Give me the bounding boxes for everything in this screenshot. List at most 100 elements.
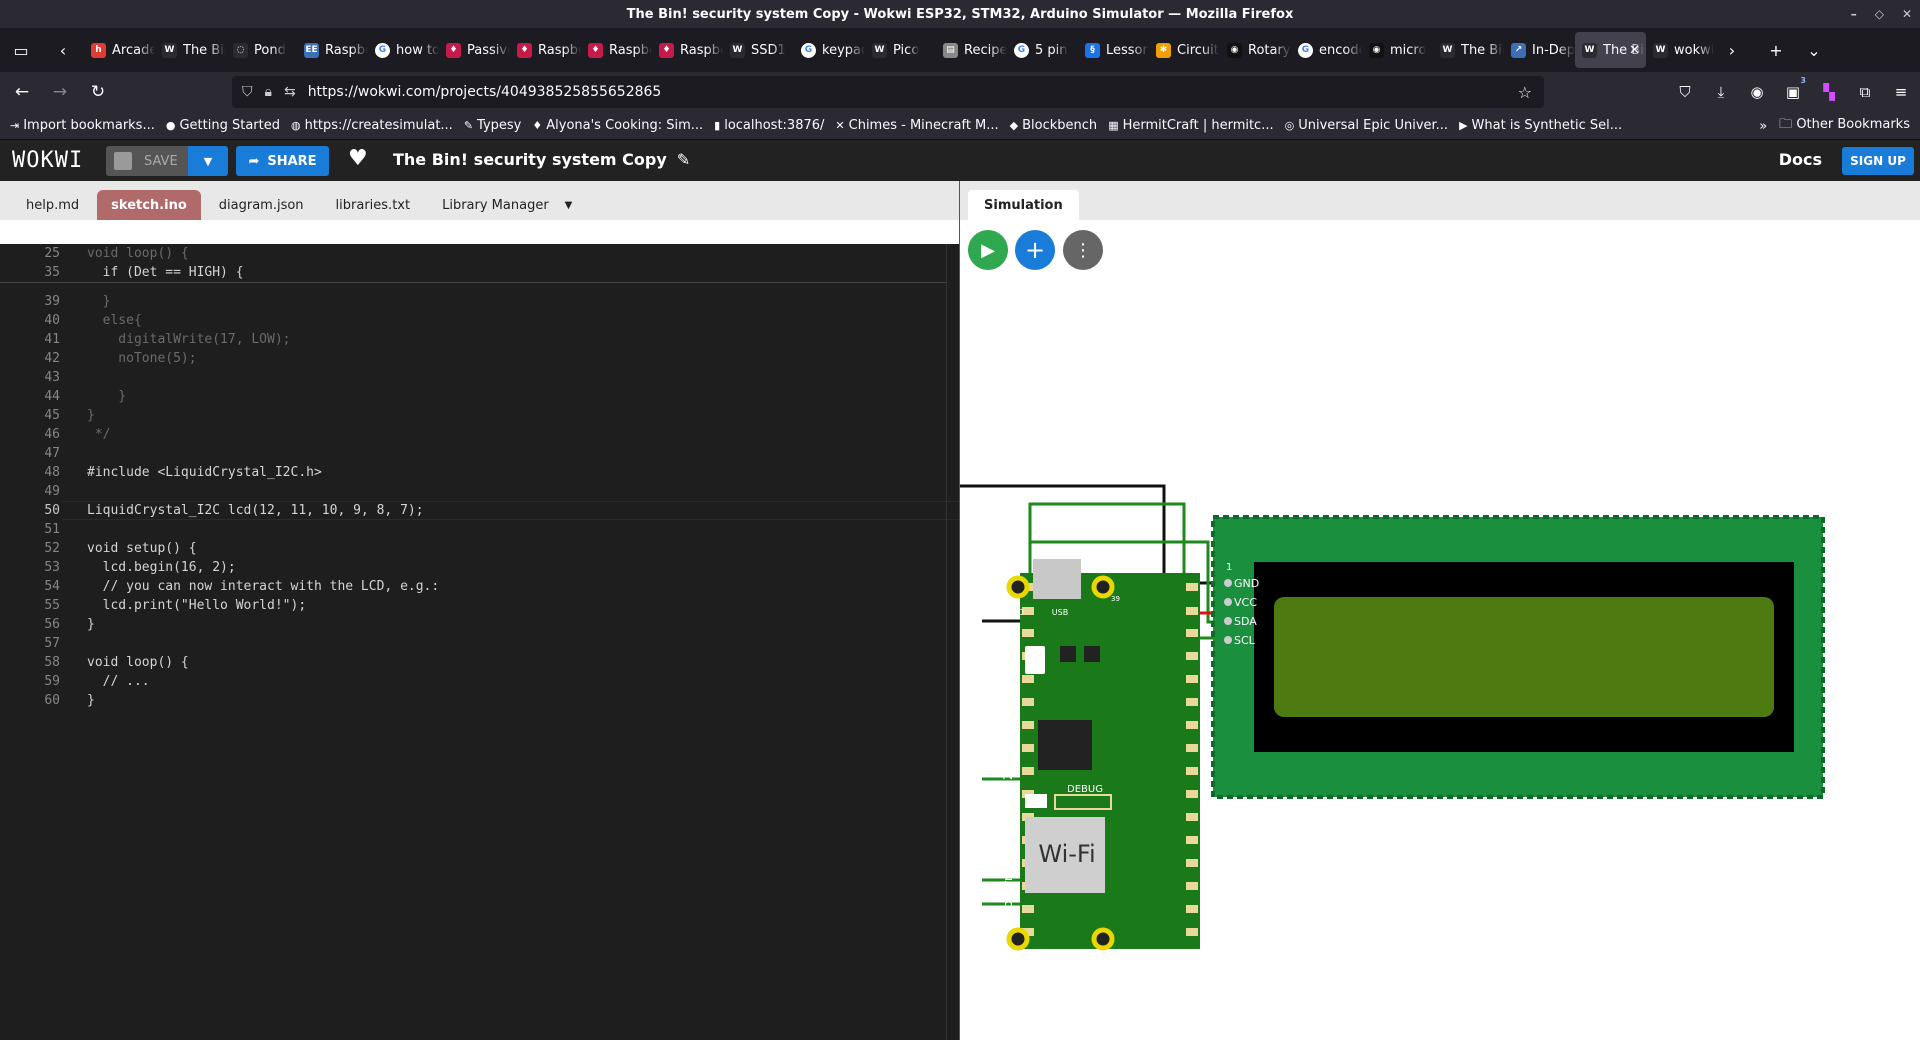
close-window-icon[interactable]: ✕ (1902, 7, 1912, 21)
tab-diagram-json[interactable]: diagram.json (205, 190, 318, 220)
tab-help-md[interactable]: help.md (12, 190, 93, 220)
browser-tab[interactable]: W The Bin (155, 32, 226, 68)
bookmark-item[interactable]: ● Getting Started (166, 118, 280, 133)
code-line[interactable]: 40 else{ (0, 311, 946, 330)
code-line[interactable]: 50 LiquidCrystal_I2C lcd(12, 11, 10, 9, 8… (0, 501, 946, 520)
sign-up-button[interactable]: SIGN UP (1842, 147, 1914, 175)
colorful-extension-icon[interactable]: ▚ (1816, 76, 1842, 108)
browser-tab[interactable]: ◌ Pond (226, 32, 297, 68)
tab-simulation[interactable]: Simulation (968, 190, 1079, 220)
code-line[interactable]: 53 lcd.begin(16, 2); (0, 558, 946, 577)
code-line[interactable]: 60} (0, 691, 946, 710)
share-button[interactable]: ➦ SHARE (236, 146, 329, 176)
tabs-scroll-right-icon[interactable]: › (1717, 35, 1747, 65)
code-line[interactable]: 54 // you can now interact with the LCD,… (0, 577, 946, 596)
code-line[interactable]: 55 lcd.print("Hello World!"); (0, 596, 946, 615)
like-heart-icon[interactable]: ♥ (348, 146, 368, 171)
back-icon[interactable]: ← (6, 76, 38, 108)
browser-tab[interactable]: ◉ micro (1362, 32, 1433, 68)
bookmark-item[interactable]: ◆ Blockbench (1010, 118, 1098, 133)
edit-pencil-icon[interactable]: ✎ (677, 150, 690, 169)
code-line[interactable]: 41 digitalWrite(17, LOW); (0, 330, 946, 349)
code-line[interactable]: 46 */ (0, 425, 946, 444)
browser-tab[interactable]: ↗ In-Depth (1504, 32, 1575, 68)
browser-tab[interactable]: G 5 pin (1007, 32, 1078, 68)
bookmark-star-icon[interactable]: ☆ (1518, 83, 1532, 102)
browser-tab[interactable]: WThe Bin✕ (1575, 32, 1646, 68)
bookmark-item[interactable]: ⇥ Import bookmarks... (10, 118, 155, 133)
url-text[interactable]: https://wokwi.com/projects/4049385258556… (308, 84, 662, 100)
bookmark-item[interactable]: ▮ localhost:3876/ (714, 118, 824, 133)
code-line[interactable]: 56} (0, 615, 946, 634)
bookmark-item[interactable]: ◍ https://createsimulat... (291, 118, 453, 133)
code-editor[interactable]: 25 void loop() {35 if (Det == HIGH) { 39 }… (0, 244, 960, 1040)
code-line[interactable]: 35 if (Det == HIGH) { (0, 263, 946, 282)
code-line[interactable]: 52 void setup() { (0, 539, 946, 558)
new-tab-icon[interactable]: + (1761, 35, 1791, 65)
browser-tab[interactable]: W Pico (865, 32, 936, 68)
code-line[interactable]: 25 void loop() { (0, 244, 946, 263)
browser-tab[interactable]: ◉ Rotary (1220, 32, 1291, 68)
menu-hamburger-icon[interactable]: ≡ (1888, 76, 1914, 108)
browser-tab[interactable]: W SSD1 (723, 32, 794, 68)
browser-tab[interactable]: EE Raspberry (297, 32, 368, 68)
bookmarks-chevron-icon[interactable]: » (1759, 119, 1767, 134)
tab-overview-icon[interactable]: ▭ (6, 35, 36, 65)
code-line[interactable]: 51 (0, 520, 946, 539)
bookmark-item[interactable]: ♦ Alyona's Cooking: Sim... (532, 118, 703, 133)
other-bookmarks[interactable]: 🗀︎ Other Bookmarks (1779, 115, 1910, 137)
code-line[interactable]: 42 noTone(5); (0, 349, 946, 368)
browser-tab[interactable]: § Lesson (1078, 32, 1149, 68)
browser-tab[interactable]: Gencoder (1291, 32, 1362, 68)
permissions-icon[interactable]: ⇆ (284, 84, 296, 100)
account-icon[interactable]: ◉ (1744, 76, 1770, 108)
code-line[interactable]: 57 (0, 634, 946, 653)
tab-sketch-ino[interactable]: sketch.ino (97, 190, 201, 220)
minimize-icon[interactable]: – (1851, 7, 1857, 21)
chevron-down-icon[interactable]: ▼ (565, 200, 573, 211)
browser-tab[interactable]: h Arcade (84, 32, 155, 68)
tab-libraries-txt[interactable]: libraries.txt (322, 190, 425, 220)
code-line[interactable]: 59 // ... (0, 672, 946, 691)
simulation-canvas[interactable]: ▶ + ⋮ Wi-Fi DEBUG LED USB 2 39 BOOTSEL R… (960, 220, 1920, 1040)
code-line[interactable]: 49 (0, 482, 946, 501)
list-tabs-icon[interactable]: ⌄ (1799, 35, 1829, 65)
bookmark-item[interactable]: ▶ What is Synthetic Sel... (1459, 118, 1622, 133)
browser-tab[interactable]: ▤ Recipe (936, 32, 1007, 68)
browser-tab[interactable]: Ghow to (368, 32, 439, 68)
code-line[interactable]: 58 void loop() { (0, 653, 946, 672)
code-line[interactable]: 43 (0, 368, 946, 387)
circuit-diagram[interactable]: Wi-Fi DEBUG LED USB 2 39 BOOTSEL Raspber… (960, 220, 1920, 1040)
bookmark-item[interactable]: ✎ Typesy (464, 118, 522, 133)
extensions-puzzle-icon[interactable]: ⧉ (1852, 76, 1878, 108)
browser-tab[interactable]: ♦ Raspberry (652, 32, 723, 68)
browser-tab[interactable]: ♦ Raspberry (581, 32, 652, 68)
tracking-shield-icon[interactable]: ⛉ (242, 84, 253, 100)
browser-tab[interactable]: ♦ Raspberry (510, 32, 581, 68)
browser-tab[interactable]: ✱ Circuit (1149, 32, 1220, 68)
browser-tab[interactable]: ♦ Passive (439, 32, 510, 68)
docs-link[interactable]: Docs (1779, 150, 1822, 169)
browser-tab[interactable]: Gkeypad (794, 32, 865, 68)
pico-w-board[interactable]: Wi-Fi DEBUG LED USB 2 39 BOOTSEL Raspber… (1001, 559, 1200, 951)
forward-icon[interactable]: → (44, 76, 76, 108)
save-dropdown-button[interactable]: ▼ (188, 146, 228, 176)
pocket-icon[interactable]: ⛉ (1672, 76, 1698, 108)
code-line[interactable]: 44 } (0, 387, 946, 406)
restore-icon[interactable]: ◇ (1875, 7, 1884, 21)
url-bar[interactable]: ⛉ 🔒︎ ⇆ https://wokwi.com/projects/404938… (232, 76, 1544, 108)
tab-library-manager[interactable]: Library Manager ▼ (428, 190, 586, 220)
bookmark-item[interactable]: ✕ Chimes - Minecraft M... (835, 118, 998, 133)
code-line[interactable]: 48 #include <LiquidCrystal_I2C.h> (0, 463, 946, 482)
wokwi-logo[interactable]: WOKWI (12, 148, 83, 173)
bookmark-item[interactable]: ◎ Universal Epic Univer... (1285, 118, 1448, 133)
code-line[interactable]: 45} (0, 406, 946, 425)
project-title[interactable]: The Bin! security system Copy ✎ (393, 150, 690, 169)
tabs-scroll-left-icon[interactable]: ‹ (48, 35, 78, 65)
lock-icon[interactable]: 🔒︎ (265, 84, 272, 100)
downloads-icon[interactable]: ⤓ (1708, 76, 1734, 108)
reload-icon[interactable]: ↻ (82, 76, 114, 108)
browser-tab[interactable]: W The Bin (1433, 32, 1504, 68)
bookmark-item[interactable]: ▦ HermitCraft | hermitc... (1108, 118, 1273, 133)
code-line[interactable]: 39 } (0, 292, 946, 311)
